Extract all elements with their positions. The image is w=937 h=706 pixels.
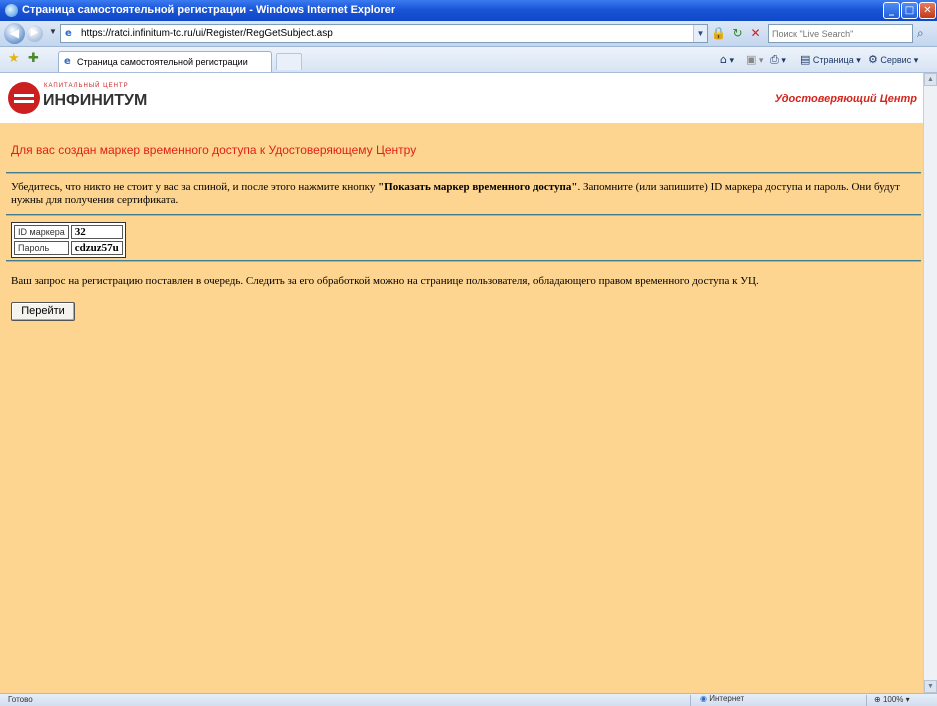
status-separator — [866, 695, 867, 706]
close-button[interactable]: ✕ — [919, 2, 936, 19]
scroll-up-icon[interactable]: ▲ — [924, 73, 937, 86]
site-header: КАПИТАЛЬНЫЙ ЦЕНТР ИНФИНИТУМ Удостоверяющ… — [0, 73, 923, 123]
security-zone[interactable]: ◉ Интернет — [700, 694, 744, 703]
page-menu-button[interactable]: ▤ Страница ▾ — [800, 53, 861, 66]
instructions-button-name: "Показать маркер временного доступа" — [378, 181, 578, 193]
logo-mark-icon — [8, 82, 40, 114]
tab-bar: ★ ✚ e Страница самостоятельной регистрац… — [0, 47, 937, 73]
maximize-button[interactable]: □ — [901, 2, 918, 19]
table-row: Пароль cdzuz57u — [14, 241, 123, 255]
scroll-down-icon[interactable]: ▼ — [924, 680, 937, 693]
infinitum-logo[interactable]: КАПИТАЛЬНЫЙ ЦЕНТР ИНФИНИТУМ — [8, 80, 158, 116]
logo-tagline: КАПИТАЛЬНЫЙ ЦЕНТР — [44, 83, 129, 89]
feeds-button[interactable]: ▣ ▾ — [746, 53, 763, 66]
status-bar: Готово ◉ Интернет ⊕ 100% ▾ — [0, 693, 937, 706]
instructions-text: Убедитесь, что никто не стоит у вас за с… — [11, 181, 916, 207]
password-label: Пароль — [14, 241, 69, 255]
divider — [6, 172, 921, 174]
status-separator — [690, 695, 691, 706]
address-dropdown-button[interactable]: ▼ — [693, 25, 707, 42]
arrow-right-icon: ▶ — [30, 27, 39, 38]
lock-icon[interactable]: 🔒 — [711, 26, 726, 41]
home-icon: ⌂ — [720, 53, 727, 66]
address-toolbar: ◀ ▶ ▼ e https://ratci.infinitum-tc.ru/ui… — [0, 21, 937, 47]
print-icon: ⎙ — [770, 53, 779, 66]
minimize-button[interactable]: _ — [883, 2, 900, 19]
page-icon: e — [64, 56, 71, 67]
feeds-icon: ▣ — [746, 53, 757, 66]
recent-pages-dropdown[interactable]: ▼ — [49, 27, 57, 36]
password-value: cdzuz57u — [70, 241, 123, 255]
search-box[interactable] — [768, 24, 913, 43]
zoom-control[interactable]: ⊕ 100% ▾ — [874, 695, 910, 704]
add-favorites-icon[interactable]: ✚ — [28, 51, 39, 66]
divider — [6, 214, 921, 216]
arrow-left-icon: ◀ — [9, 26, 20, 40]
page-menu-label: Страница — [812, 55, 854, 65]
search-icon[interactable]: ⌕ — [917, 26, 924, 41]
marker-id-label: ID маркера — [14, 225, 69, 239]
divider — [6, 260, 921, 262]
window-title: Страница самостоятельной регистрации - W… — [22, 4, 396, 16]
forward-button[interactable]: ▶ — [26, 25, 43, 42]
queue-status-text: Ваш запрос на регистрацию поставлен в оч… — [11, 275, 759, 287]
refresh-button[interactable]: ↻ — [729, 25, 746, 42]
status-text: Готово — [8, 695, 33, 704]
credentials-table: ID маркера 32 Пароль cdzuz57u — [11, 222, 126, 258]
marker-id-value: 32 — [70, 225, 123, 239]
page-menu-icon: ▤ — [800, 53, 811, 66]
go-button[interactable]: Перейти — [11, 302, 75, 321]
globe-icon: ◉ — [700, 694, 707, 703]
page-heading: Для вас создан маркер временного доступа… — [11, 143, 417, 157]
home-button[interactable]: ⌂ ▾ — [720, 53, 734, 66]
ie-logo-icon — [5, 4, 18, 17]
page-icon: e — [65, 28, 72, 39]
tools-menu-button[interactable]: ⚙ Сервис ▾ — [868, 53, 918, 66]
tools-gear-icon: ⚙ — [868, 53, 878, 66]
print-button[interactable]: ⎙ ▾ — [770, 53, 786, 67]
window-title-bar[interactable]: Страница самостоятельной регистрации - W… — [0, 0, 937, 21]
vertical-scrollbar[interactable]: ▲ ▼ — [923, 73, 937, 693]
logo-name: ИНФИНИТУМ — [43, 92, 148, 109]
new-tab-button[interactable] — [276, 53, 302, 70]
instructions-before: Убедитесь, что никто не стоит у вас за с… — [11, 181, 379, 193]
url-text: https://ratci.infinitum-tc.ru/ui/Registe… — [81, 28, 333, 39]
tools-menu-label: Сервис — [880, 55, 912, 65]
zone-label: Интернет — [709, 694, 745, 703]
search-input[interactable] — [769, 25, 909, 42]
back-button[interactable]: ◀ — [4, 23, 25, 44]
tab-registration[interactable]: e Страница самостоятельной регистрации — [58, 51, 272, 72]
center-name: Удостоверяющий Центр — [774, 93, 917, 105]
stop-button[interactable]: ✕ — [747, 25, 764, 42]
table-row: ID маркера 32 — [14, 225, 123, 239]
address-field[interactable]: e https://ratci.infinitum-tc.ru/ui/Regis… — [60, 24, 708, 43]
zoom-level: 100% — [882, 695, 904, 704]
tab-label: Страница самостоятельной регистрации — [77, 57, 248, 67]
page-content: КАПИТАЛЬНЫЙ ЦЕНТР ИНФИНИТУМ Удостоверяющ… — [0, 73, 923, 693]
favorites-star-icon[interactable]: ★ — [8, 51, 20, 66]
zoom-icon: ⊕ — [874, 695, 881, 704]
